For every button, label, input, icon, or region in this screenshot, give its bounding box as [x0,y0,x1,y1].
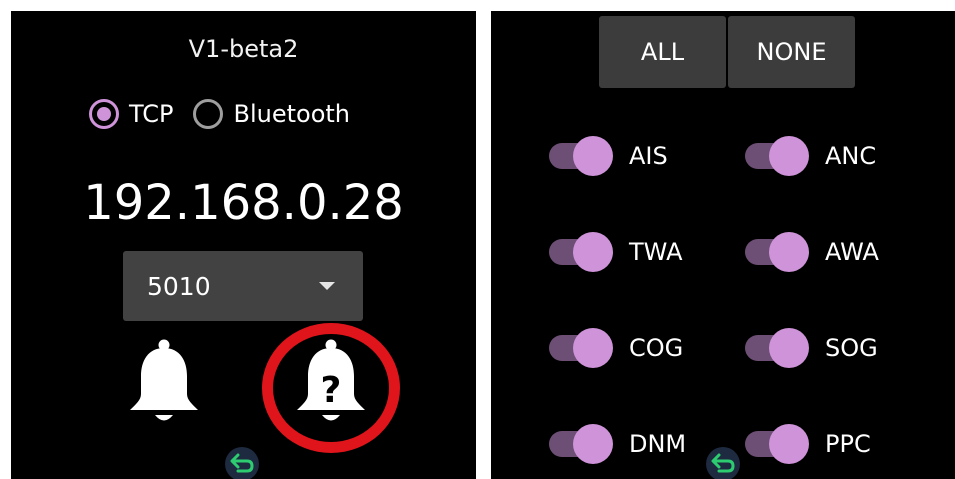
radio-unchecked-icon [193,99,224,129]
ip-address: 192.168.0.28 [83,175,404,231]
toggle-cog[interactable]: COG [549,328,684,368]
select-button-row: ALL NONE [599,16,855,88]
toggle-label: COG [629,334,684,362]
toggle-label: ANC [825,142,877,170]
toggle-label: DNM [629,430,687,458]
toggle-awa[interactable]: AWA [745,232,879,272]
connection-panel: V1-beta2 TCP Bluetooth 192.168.0.28 5010… [11,11,476,479]
toggle-dnm[interactable]: DNM [549,424,687,464]
all-button[interactable]: ALL [599,16,726,88]
bell-question-icon[interactable]: ? [291,336,371,426]
toggle-label: TWA [629,238,683,266]
back-arrow-icon [230,453,254,473]
toggle-twa[interactable]: TWA [549,232,683,272]
toggle-switch [745,424,809,464]
radio-tcp[interactable]: TCP [89,99,173,129]
bell-icon[interactable] [124,336,204,426]
radio-bluetooth[interactable]: Bluetooth [193,99,350,129]
svg-text:?: ? [321,370,342,411]
dropdown-arrow-icon [319,282,335,290]
toggle-switch [549,232,613,272]
radio-tcp-label: TCP [129,100,174,128]
sentence-filter-panel: ALL NONE AIS ANC TWA AWA COG SOG DNM PPC [491,11,955,479]
none-button[interactable]: NONE [728,16,855,88]
toggle-label: SOG [825,334,878,362]
toggle-ppc[interactable]: PPC [745,424,871,464]
toggle-switch [745,328,809,368]
toggle-label: PPC [825,430,871,458]
toggle-switch [745,232,809,272]
connection-type-group: TCP Bluetooth [89,99,350,129]
toggle-label: AWA [825,238,879,266]
toggle-ais[interactable]: AIS [549,136,668,176]
back-button[interactable] [706,447,740,479]
toggle-switch [549,424,613,464]
toggle-sog[interactable]: SOG [745,328,878,368]
back-button[interactable] [225,447,259,479]
radio-checked-icon [89,99,119,129]
toggle-anc[interactable]: ANC [745,136,877,176]
version-label: V1-beta2 [188,35,299,63]
toggle-label: AIS [629,142,668,170]
port-value: 5010 [147,271,211,301]
radio-bluetooth-label: Bluetooth [233,100,350,128]
toggle-switch [549,328,613,368]
toggle-switch [745,136,809,176]
toggle-switch [549,136,613,176]
port-dropdown[interactable]: 5010 [123,251,363,321]
back-arrow-icon [711,453,735,473]
